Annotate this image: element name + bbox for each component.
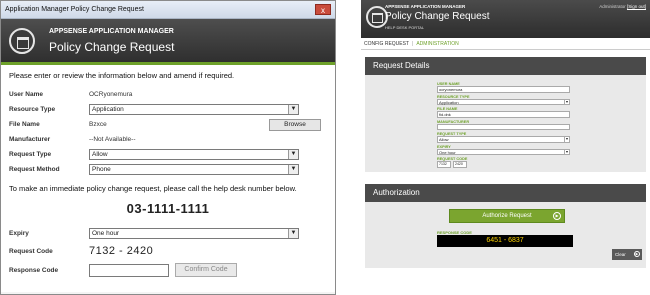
request-method-select[interactable]: Phone ▼ — [89, 164, 299, 175]
admin-area: Administrator [Sign out] — [599, 4, 646, 9]
help-desk-phone: 03-1111-1111 — [126, 201, 210, 216]
request-code-label: Request Code — [9, 247, 53, 255]
help-desk-portal: APPSENSE APPLICATION MANAGER Policy Chan… — [361, 0, 650, 295]
request-code-part-1[interactable]: 7132 — [437, 161, 451, 168]
request-type-value: Allow — [92, 151, 108, 158]
policy-change-window: Application Manager Policy Change Reques… — [0, 0, 336, 295]
manufacturer-label: Manufacturer — [9, 136, 51, 143]
manufacturer-row: Manufacturer --Not Available-- — [9, 132, 327, 147]
request-type-select[interactable]: Allow ▼ — [437, 136, 570, 143]
help-desk-note: To make an immediate policy change reque… — [9, 184, 297, 193]
manufacturer-value: --Not Available-- — [89, 136, 136, 143]
portal-title: Policy Change Request — [385, 11, 490, 22]
request-code-row: Request Code 7132 - 2420 — [9, 241, 327, 261]
chevron-down-icon[interactable]: ▼ — [288, 165, 298, 174]
user-name-field[interactable]: ocryonemura — [437, 86, 570, 93]
tab-separator: | — [412, 40, 414, 47]
authorize-request-label: Authorize Request — [482, 212, 532, 219]
file-name-label: File Name — [9, 121, 40, 128]
expiry-select[interactable]: One hour ▼ — [437, 148, 570, 155]
user-name-value: OCRyonemura — [89, 91, 133, 98]
authorize-request-button[interactable]: Authorize Request ▶ — [449, 208, 565, 223]
user-name-row: User Name OCRyonemura — [9, 87, 327, 102]
portal-subtitle: HELP DESK PORTAL — [385, 25, 425, 30]
expiry-select[interactable]: One hour ▼ — [89, 228, 299, 239]
chevron-down-icon[interactable]: ▼ — [288, 105, 298, 114]
expiry-value: One hour — [92, 230, 120, 237]
appsense-logo-icon — [9, 28, 35, 54]
chevron-down-icon[interactable]: ▼ — [564, 149, 569, 154]
user-name-label: User Name — [9, 91, 43, 98]
page-title: Policy Change Request — [49, 40, 175, 54]
resource-type-row: Resource Type Application ▼ — [9, 102, 327, 117]
request-details-panel: Request Details USER NAME ocryonemura RE… — [365, 57, 646, 172]
manufacturer-field[interactable] — [437, 123, 570, 130]
request-method-value: Phone — [92, 166, 111, 173]
portal-brand: APPSENSE APPLICATION MANAGER — [385, 4, 466, 9]
tab-administration[interactable]: ADMINISTRATION — [416, 41, 458, 47]
confirm-code-button[interactable]: Confirm Code — [175, 263, 237, 277]
portal-header: APPSENSE APPLICATION MANAGER Policy Chan… — [361, 0, 650, 38]
file-name-row: File Name Bzxce Browse — [9, 117, 327, 132]
request-method-row: Request Method Phone ▼ — [9, 162, 327, 177]
portal-tabs: CONFIG REQUEST | ADMINISTRATION — [361, 38, 650, 50]
expiry-value: One hour — [439, 149, 456, 155]
clear-button[interactable]: Clear ▶ — [612, 248, 642, 260]
arrow-right-icon: ▶ — [634, 250, 640, 257]
file-name-field[interactable]: fid.dnk — [437, 111, 570, 118]
request-type-value: Allow — [439, 137, 449, 142]
request-type-label: Request Type — [9, 151, 52, 158]
resource-type-label: Resource Type — [9, 106, 56, 113]
resource-type-select[interactable]: Application ▼ — [89, 104, 299, 115]
browse-button[interactable]: Browse — [269, 118, 321, 131]
brand-name: APPSENSE APPLICATION MANAGER — [49, 28, 174, 35]
chevron-down-icon[interactable]: ▼ — [564, 137, 569, 142]
resource-type-value: Application — [92, 106, 124, 113]
request-code-fields: 7132 2420 — [437, 161, 646, 168]
resource-type-select[interactable]: Application ▼ — [437, 98, 570, 105]
chevron-down-icon[interactable]: ▼ — [288, 150, 298, 159]
request-code-value: 7132 - 2420 — [89, 245, 154, 257]
request-details-title: Request Details — [365, 57, 646, 75]
close-window-button[interactable]: x — [315, 4, 331, 15]
tab-config-request[interactable]: CONFIG REQUEST — [364, 41, 409, 47]
request-details-body: USER NAME ocryonemura RESOURCE TYPE Appl… — [365, 75, 646, 172]
authorization-panel: Authorization Authorize Request ▶ RESPON… — [365, 183, 646, 268]
expiry-row: Expiry One hour ▼ — [9, 226, 327, 241]
arrow-right-icon: ▶ — [553, 211, 561, 220]
request-type-row: Request Type Allow ▼ — [9, 147, 327, 162]
app-header: APPSENSE APPLICATION MANAGER Policy Chan… — [1, 19, 335, 65]
request-method-label: Request Method — [9, 166, 60, 173]
response-code-input[interactable] — [89, 263, 169, 277]
chevron-down-icon[interactable]: ▼ — [564, 99, 569, 104]
clear-label: Clear — [615, 251, 626, 257]
sign-out-link[interactable]: [Sign out] — [627, 4, 646, 9]
window-titlebar: Application Manager Policy Change Reques… — [1, 1, 335, 19]
request-type-select[interactable]: Allow ▼ — [89, 149, 299, 160]
response-code-display: 6451 - 6837 — [437, 234, 573, 247]
response-code-row: Response Code Confirm Code — [9, 261, 327, 279]
resource-type-value: Application — [439, 99, 459, 105]
form-body: Please enter or review the information b… — [1, 65, 335, 292]
admin-name: Administrator — [599, 4, 626, 9]
intro-text: Please enter or review the information b… — [9, 71, 235, 80]
chevron-down-icon[interactable]: ▼ — [288, 229, 298, 238]
request-code-part-2[interactable]: 2420 — [453, 161, 467, 168]
expiry-label: Expiry — [9, 230, 29, 237]
window-title: Application Manager Policy Change Reques… — [5, 6, 144, 13]
file-name-value: Bzxce — [89, 121, 107, 128]
response-code-label: Response Code — [9, 266, 59, 274]
authorization-title: Authorization — [365, 183, 646, 202]
